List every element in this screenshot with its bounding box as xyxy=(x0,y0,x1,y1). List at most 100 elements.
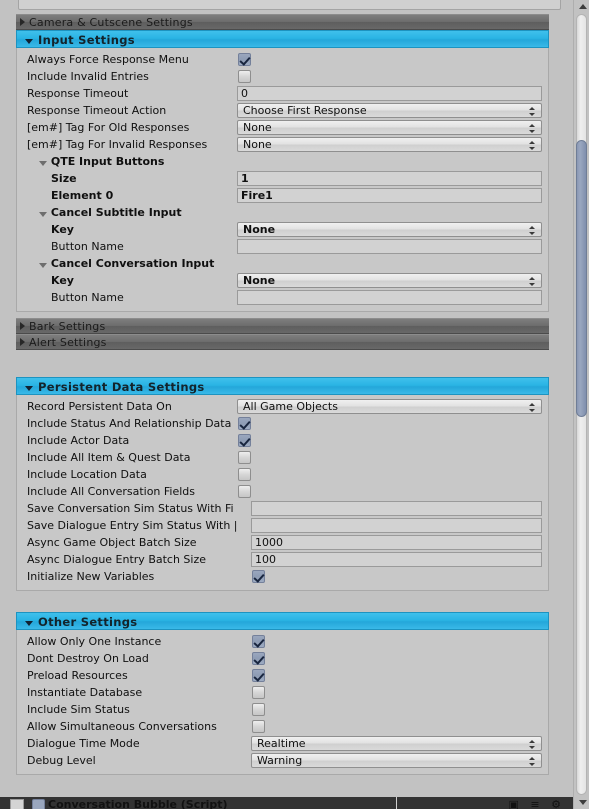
row-cancel-subtitle-button-name: Button Name xyxy=(23,238,542,255)
row-qte-element-0: Element 0 Fire1 xyxy=(23,187,542,204)
chevron-updown-icon xyxy=(529,737,536,750)
input-qte-element-0[interactable]: Fire1 xyxy=(237,188,542,203)
row-include-sim-status: Include Sim Status xyxy=(23,701,542,718)
row-include-actor-data: Include Actor Data xyxy=(23,432,542,449)
row-cancel-conversation-button-name: Button Name xyxy=(23,289,542,306)
row-cancel-subtitle-key: Key None xyxy=(23,221,542,238)
input-async-game-object-batch-size[interactable]: 1000 xyxy=(251,535,542,550)
row-label: Instantiate Database xyxy=(27,686,143,699)
section-header-alert-settings[interactable]: Alert Settings xyxy=(16,334,549,350)
row-label: Key xyxy=(51,274,74,287)
row-label: Allow Simultaneous Conversations xyxy=(27,720,217,733)
foldout-cancel-conversation-input[interactable]: Cancel Conversation Input xyxy=(23,255,542,272)
chevron-right-icon xyxy=(20,338,25,346)
checkbox-instantiate-database[interactable] xyxy=(252,686,265,699)
row-label: Button Name xyxy=(51,240,124,253)
section-header-bark-settings[interactable]: Bark Settings xyxy=(16,318,549,334)
section-header-other-settings[interactable]: Other Settings xyxy=(16,612,549,630)
dropdown-em-tag-invalid-responses[interactable]: None xyxy=(237,137,542,152)
row-label: Include Location Data xyxy=(27,468,147,481)
section-header-input-settings[interactable]: Input Settings xyxy=(16,30,549,48)
row-label: Save Dialogue Entry Sim Status With | xyxy=(27,519,238,532)
checkbox-include-all-conversation-fields[interactable] xyxy=(238,485,251,498)
chevron-updown-icon xyxy=(529,754,536,767)
dropdown-dialogue-time-mode[interactable]: Realtime xyxy=(251,736,542,751)
scroll-down-arrow-icon[interactable] xyxy=(579,800,587,805)
row-initialize-new-variables: Initialize New Variables xyxy=(23,568,542,585)
chevron-updown-icon xyxy=(529,138,536,151)
row-async-dialogue-entry-batch-size: Async Dialogue Entry Batch Size 100 xyxy=(23,551,542,568)
row-label: Debug Level xyxy=(27,754,96,767)
row-label: Initialize New Variables xyxy=(27,570,155,583)
checkbox-include-location-data[interactable] xyxy=(238,468,251,481)
dropdown-cancel-subtitle-key[interactable]: None xyxy=(237,222,542,237)
row-label: Element 0 xyxy=(51,189,114,202)
component-enabled-checkbox[interactable] xyxy=(32,799,45,809)
checkbox-allow-only-one-instance[interactable] xyxy=(252,635,265,648)
dropdown-debug-level[interactable]: Warning xyxy=(251,753,542,768)
row-label: Key xyxy=(51,223,74,236)
component-title: Conversation Bubble (Script) xyxy=(48,798,228,809)
divider xyxy=(396,797,397,809)
checkbox-include-actor-data[interactable] xyxy=(238,434,251,447)
checkbox-preload-resources[interactable] xyxy=(252,669,265,682)
chevron-updown-icon xyxy=(529,274,536,287)
input-cancel-conversation-button-name[interactable] xyxy=(237,290,542,305)
component-header-icons[interactable]: ▣ ≡ ⚙ xyxy=(509,798,565,809)
row-allow-simultaneous-conversations: Allow Simultaneous Conversations xyxy=(23,718,542,735)
section-header-persistent-data-settings[interactable]: Persistent Data Settings xyxy=(16,377,549,395)
checkbox-always-force-response-menu[interactable] xyxy=(238,53,251,66)
chevron-updown-icon xyxy=(529,104,536,117)
row-em-tag-invalid-responses: [em#] Tag For Invalid Responses None xyxy=(23,136,542,153)
row-label: Record Persistent Data On xyxy=(27,400,172,413)
input-response-timeout[interactable]: 0 xyxy=(237,86,542,101)
dropdown-value: None xyxy=(243,223,276,236)
checkbox-include-status-and-relationship-data[interactable] xyxy=(238,417,251,430)
scroll-up-arrow-icon[interactable] xyxy=(579,4,587,9)
chevron-right-icon xyxy=(20,322,25,330)
section-header-camera-cutscene[interactable]: Camera & Cutscene Settings xyxy=(16,14,549,30)
persistent-data-panel: Record Persistent Data On All Game Objec… xyxy=(16,395,549,591)
row-always-force-response-menu: Always Force Response Menu xyxy=(23,51,542,68)
row-label: Dont Destroy On Load xyxy=(27,652,149,665)
row-label: Include Invalid Entries xyxy=(27,70,149,83)
checkbox-include-invalid-entries[interactable] xyxy=(238,70,251,83)
foldout-label: Cancel Conversation Input xyxy=(23,257,237,270)
dropdown-value: Choose First Response xyxy=(243,104,367,117)
row-save-conversation-sim-status: Save Conversation Sim Status With Fi xyxy=(23,500,542,517)
chevron-down-icon xyxy=(39,160,47,166)
chevron-down-icon xyxy=(25,386,33,391)
chevron-down-icon xyxy=(25,39,33,44)
row-label: Dialogue Time Mode xyxy=(27,737,140,750)
checkbox-allow-simultaneous-conversations[interactable] xyxy=(252,720,265,733)
row-label: Include Actor Data xyxy=(27,434,130,447)
dropdown-cancel-conversation-key[interactable]: None xyxy=(237,273,542,288)
scrollbar-thumb[interactable] xyxy=(576,140,587,417)
vertical-scrollbar[interactable] xyxy=(573,0,589,809)
input-cancel-subtitle-button-name[interactable] xyxy=(237,239,542,254)
chevron-right-icon xyxy=(20,18,25,26)
row-label: Include Sim Status xyxy=(27,703,130,716)
input-save-conversation-sim-status[interactable] xyxy=(251,501,542,516)
row-include-all-item-quest-data: Include All Item & Quest Data xyxy=(23,449,542,466)
clipped-field-above xyxy=(18,0,561,10)
dropdown-record-persistent-data-on[interactable]: All Game Objects xyxy=(237,399,542,414)
input-save-dialogue-entry-sim-status[interactable] xyxy=(251,518,542,533)
foldout-label: QTE Input Buttons xyxy=(23,155,237,168)
checkbox-initialize-new-variables[interactable] xyxy=(252,570,265,583)
inspector-panel: Camera & Cutscene Settings Input Setting… xyxy=(0,0,573,809)
row-response-timeout-action: Response Timeout Action Choose First Res… xyxy=(23,102,542,119)
row-record-persistent-data-on: Record Persistent Data On All Game Objec… xyxy=(23,398,542,415)
input-async-dialogue-entry-batch-size[interactable]: 100 xyxy=(251,552,542,567)
dropdown-response-timeout-action[interactable]: Choose First Response xyxy=(237,103,542,118)
input-qte-size[interactable]: 1 xyxy=(237,171,542,186)
checkbox-include-all-item-quest-data[interactable] xyxy=(238,451,251,464)
foldout-cancel-subtitle-input[interactable]: Cancel Subtitle Input xyxy=(23,204,542,221)
component-icon xyxy=(10,799,24,809)
row-label: [em#] Tag For Old Responses xyxy=(27,121,190,134)
checkbox-include-sim-status[interactable] xyxy=(252,703,265,716)
dropdown-em-tag-old-responses[interactable]: None xyxy=(237,120,542,135)
foldout-qte-input-buttons[interactable]: QTE Input Buttons xyxy=(23,153,542,170)
checkbox-dont-destroy-on-load[interactable] xyxy=(252,652,265,665)
row-label: Allow Only One Instance xyxy=(27,635,162,648)
